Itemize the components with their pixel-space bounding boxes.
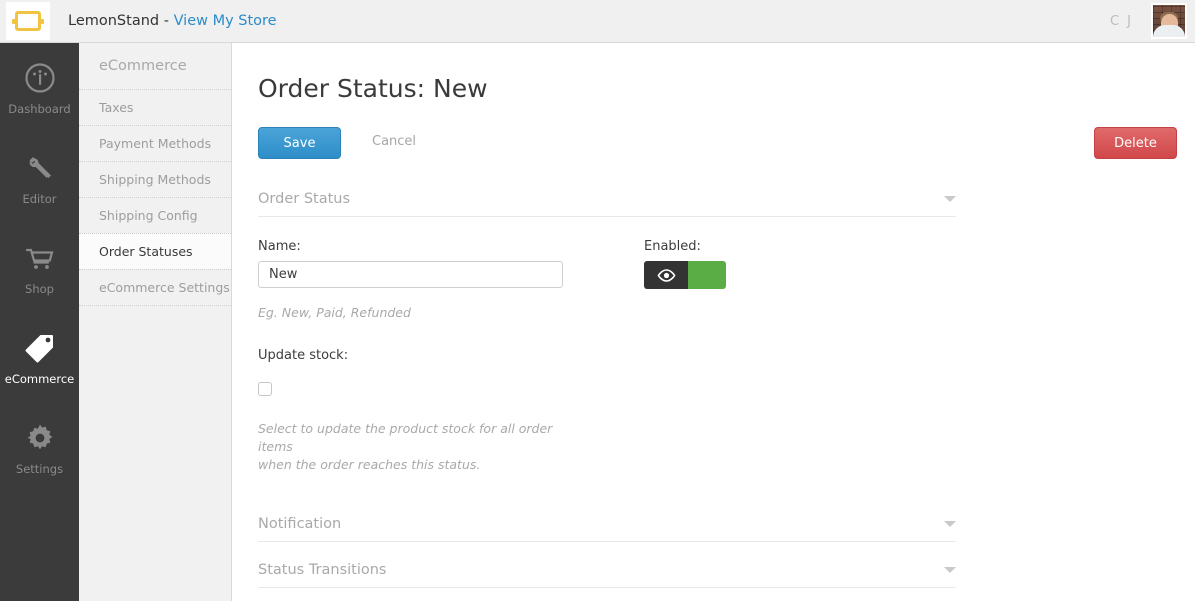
- cancel-button[interactable]: Cancel: [372, 134, 416, 149]
- rail-item-editor[interactable]: Editor: [0, 133, 79, 223]
- section-title-notification: Notification: [258, 515, 342, 532]
- eye-icon: [644, 261, 688, 289]
- chevron-down-icon: [944, 566, 956, 573]
- rail-item-settings[interactable]: Settings: [0, 403, 79, 493]
- tag-icon: [25, 334, 53, 362]
- avatar[interactable]: [1151, 3, 1187, 39]
- sidebar-item-shipping-config[interactable]: Shipping Config: [79, 197, 231, 233]
- section-header-notification[interactable]: Notification: [258, 506, 956, 542]
- action-toolbar: Save Cancel Delete: [258, 127, 1177, 159]
- sidebar-item-label: Shipping Config: [99, 208, 198, 223]
- update-stock-hint: Select to update the product stock for a…: [258, 420, 588, 474]
- section-title-order-status: Order Status: [258, 190, 351, 207]
- chevron-down-icon: [944, 520, 956, 527]
- sidebar-item-shipping-methods[interactable]: Shipping Methods: [79, 161, 231, 197]
- sidebar-item-order-statuses[interactable]: Order Statuses: [79, 233, 231, 269]
- chevron-down-icon: [944, 195, 956, 202]
- name-input[interactable]: [258, 261, 563, 288]
- shopping-cart-icon: [25, 248, 53, 269]
- section-header-order-status[interactable]: Order Status: [258, 181, 956, 217]
- editor-tools-icon: [29, 156, 51, 178]
- sidebar-item-payment-methods[interactable]: Payment Methods: [79, 125, 231, 161]
- toggle-track: [688, 261, 726, 289]
- update-stock-hint-line1: Select to update the product stock for a…: [258, 421, 553, 454]
- section-header-status-transitions[interactable]: Status Transitions: [258, 552, 956, 588]
- sidebar-item-label: Taxes: [99, 100, 134, 115]
- gear-icon: [27, 424, 52, 449]
- enabled-field-label: Enabled:: [644, 239, 701, 254]
- rail-label-dashboard: Dashboard: [8, 101, 71, 116]
- sidebar-item-taxes[interactable]: Taxes: [79, 89, 231, 125]
- name-field-hint: Eg. New, Paid, Refunded: [258, 305, 411, 320]
- rail-label-shop: Shop: [25, 281, 54, 296]
- rail-label-settings: Settings: [15, 461, 64, 476]
- rail-item-dashboard[interactable]: Dashboard: [0, 43, 79, 133]
- top-header-bar: LemonStand - View My Store C J: [0, 0, 1195, 43]
- name-field-label: Name:: [258, 239, 301, 254]
- sidebar-item-label: Order Statuses: [99, 244, 193, 259]
- sidebar-section-title: eCommerce: [99, 58, 187, 74]
- sidebar-divider: [79, 305, 231, 306]
- save-button[interactable]: Save: [258, 127, 341, 159]
- update-stock-checkbox[interactable]: [258, 382, 272, 396]
- delete-button[interactable]: Delete: [1094, 127, 1177, 159]
- brand-label: LemonStand - View My Store: [68, 13, 277, 29]
- update-stock-hint-line2: when the order reaches this status.: [258, 457, 481, 472]
- sidebar-item-ecommerce-settings[interactable]: eCommerce Settings: [79, 269, 231, 305]
- secondary-sidebar: eCommerce Taxes Payment Methods Shipping…: [79, 43, 232, 601]
- sidebar-item-label: Payment Methods: [99, 136, 212, 151]
- lemonstand-logo-icon[interactable]: [6, 2, 50, 40]
- dashboard-icon: [24, 62, 55, 93]
- section-title-status-transitions: Status Transitions: [258, 561, 387, 578]
- sidebar-item-label: eCommerce Settings: [99, 280, 230, 295]
- rail-label-ecommerce: eCommerce: [4, 371, 75, 386]
- user-initials[interactable]: C J: [1110, 14, 1133, 29]
- view-my-store-link[interactable]: View My Store: [174, 13, 277, 29]
- user-area: C J: [1110, 3, 1195, 39]
- update-stock-label: Update stock:: [258, 348, 349, 363]
- page-title: Order Status: New: [258, 74, 488, 103]
- rail-item-shop[interactable]: Shop: [0, 223, 79, 313]
- brand-name: LemonStand -: [68, 13, 174, 29]
- main-content: Order Status: New Save Cancel Delete Ord…: [232, 43, 1195, 601]
- rail-label-editor: Editor: [22, 191, 57, 206]
- sidebar-item-label: Shipping Methods: [99, 172, 211, 187]
- primary-nav-rail: Dashboard Editor Shop eCommerce Settings: [0, 43, 79, 601]
- enabled-toggle[interactable]: [644, 261, 726, 289]
- rail-item-ecommerce[interactable]: eCommerce: [0, 313, 79, 403]
